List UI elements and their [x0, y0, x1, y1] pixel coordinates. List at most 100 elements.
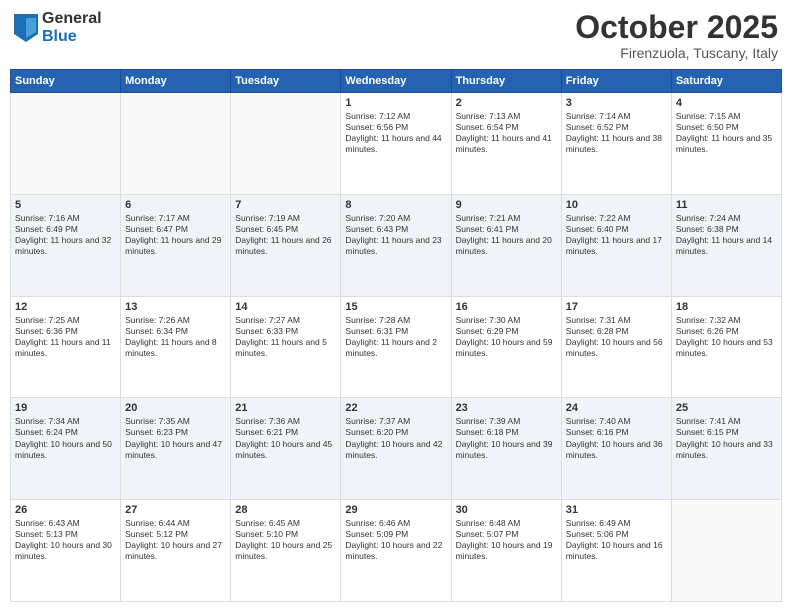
day-number: 31 — [566, 504, 667, 516]
day-info: Sunrise: 7:12 AM Sunset: 6:56 PM Dayligh… — [345, 111, 446, 155]
header: General Blue October 2025 Firenzuola, Tu… — [10, 10, 782, 61]
calendar-cell: 7 Sunrise: 7:19 AM Sunset: 6:45 PM Daylig… — [231, 194, 341, 296]
calendar-week-row: 5Sunrise: 7:16 AM Sunset: 6:49 PM Daylig… — [11, 194, 782, 296]
day-number: 20 — [125, 402, 226, 414]
day-number: 18 — [676, 301, 777, 313]
calendar-cell: 2 Sunrise: 7:13 AM Sunset: 6:54 PM Daylig… — [451, 93, 561, 195]
logo: General Blue — [14, 10, 102, 45]
weekday-header-saturday: Saturday — [671, 70, 781, 93]
page: General Blue October 2025 Firenzuola, Tu… — [0, 0, 792, 612]
title-section: October 2025 Firenzuola, Tuscany, Italy — [575, 10, 778, 61]
calendar-cell — [121, 93, 231, 195]
day-info: Sunrise: 6:48 AM Sunset: 5:07 PM Dayligh… — [456, 518, 557, 562]
day-number: 16 — [456, 301, 557, 313]
day-info: Sunrise: 7:24 AM Sunset: 6:38 PM Dayligh… — [676, 213, 777, 257]
day-info: Sunrise: 7:15 AM Sunset: 6:50 PM Dayligh… — [676, 111, 777, 155]
day-number: 25 — [676, 402, 777, 414]
day-number: 19 — [15, 402, 116, 414]
weekday-header-friday: Friday — [561, 70, 671, 93]
day-number: 12 — [15, 301, 116, 313]
calendar-week-row: 1Sunrise: 7:12 AM Sunset: 6:56 PM Daylig… — [11, 93, 782, 195]
day-number: 24 — [566, 402, 667, 414]
day-number: 22 — [345, 402, 446, 414]
day-info: Sunrise: 6:43 AM Sunset: 5:13 PM Dayligh… — [15, 518, 116, 562]
day-number: 8 — [345, 199, 446, 211]
weekday-header-tuesday: Tuesday — [231, 70, 341, 93]
logo-text: General Blue — [42, 10, 102, 45]
calendar-cell: 18 Sunrise: 7:32 AM Sunset: 6:26 PM Dayli… — [671, 296, 781, 398]
day-number: 17 — [566, 301, 667, 313]
logo-icon — [14, 14, 38, 42]
day-info: Sunrise: 7:16 AM Sunset: 6:49 PM Dayligh… — [15, 213, 116, 257]
day-number: 7 — [235, 199, 336, 211]
calendar-cell: 25Sunrise: 7:41 AM Sunset: 6:15 PM Dayli… — [671, 398, 781, 500]
day-info: Sunrise: 7:25 AM Sunset: 6:36 PM Dayligh… — [15, 315, 116, 359]
calendar-cell: 13Sunrise: 7:26 AM Sunset: 6:34 PM Dayli… — [121, 296, 231, 398]
calendar-cell: 17 Sunrise: 7:31 AM Sunset: 6:28 PM Dayli… — [561, 296, 671, 398]
day-number: 13 — [125, 301, 226, 313]
day-info: Sunrise: 7:14 AM Sunset: 6:52 PM Dayligh… — [566, 111, 667, 155]
calendar-cell: 20Sunrise: 7:35 AM Sunset: 6:23 PM Dayli… — [121, 398, 231, 500]
calendar-cell: 15 Sunrise: 7:28 AM Sunset: 6:31 PM Dayli… — [341, 296, 451, 398]
calendar-table: SundayMondayTuesdayWednesdayThursdayFrid… — [10, 69, 782, 602]
calendar-cell: 11Sunrise: 7:24 AM Sunset: 6:38 PM Dayli… — [671, 194, 781, 296]
calendar-cell: 9 Sunrise: 7:21 AM Sunset: 6:41 PM Daylig… — [451, 194, 561, 296]
month-title: October 2025 — [575, 10, 778, 45]
calendar-week-row: 26 Sunrise: 6:43 AM Sunset: 5:13 PM Dayli… — [11, 500, 782, 602]
weekday-header-wednesday: Wednesday — [341, 70, 451, 93]
day-info: Sunrise: 7:28 AM Sunset: 6:31 PM Dayligh… — [345, 315, 446, 359]
calendar-cell — [11, 93, 121, 195]
day-number: 29 — [345, 504, 446, 516]
day-info: Sunrise: 6:49 AM Sunset: 5:06 PM Dayligh… — [566, 518, 667, 562]
day-info: Sunrise: 6:44 AM Sunset: 5:12 PM Dayligh… — [125, 518, 226, 562]
calendar-cell: 14Sunrise: 7:27 AM Sunset: 6:33 PM Dayli… — [231, 296, 341, 398]
calendar-cell — [231, 93, 341, 195]
calendar-week-row: 12 Sunrise: 7:25 AM Sunset: 6:36 PM Dayli… — [11, 296, 782, 398]
day-info: Sunrise: 7:17 AM Sunset: 6:47 PM Dayligh… — [125, 213, 226, 257]
day-info: Sunrise: 7:36 AM Sunset: 6:21 PM Dayligh… — [235, 416, 336, 460]
day-number: 9 — [456, 199, 557, 211]
day-number: 2 — [456, 97, 557, 109]
weekday-header-monday: Monday — [121, 70, 231, 93]
day-number: 15 — [345, 301, 446, 313]
calendar-cell: 29 Sunrise: 6:46 AM Sunset: 5:09 PM Dayli… — [341, 500, 451, 602]
weekday-header-sunday: Sunday — [11, 70, 121, 93]
calendar-cell: 21Sunrise: 7:36 AM Sunset: 6:21 PM Dayli… — [231, 398, 341, 500]
calendar-week-row: 19 Sunrise: 7:34 AM Sunset: 6:24 PM Dayli… — [11, 398, 782, 500]
day-info: Sunrise: 7:40 AM Sunset: 6:16 PM Dayligh… — [566, 416, 667, 460]
day-info: Sunrise: 7:30 AM Sunset: 6:29 PM Dayligh… — [456, 315, 557, 359]
day-info: Sunrise: 7:32 AM Sunset: 6:26 PM Dayligh… — [676, 315, 777, 359]
day-number: 6 — [125, 199, 226, 211]
calendar-cell: 27 Sunrise: 6:44 AM Sunset: 5:12 PM Dayli… — [121, 500, 231, 602]
day-number: 27 — [125, 504, 226, 516]
calendar-cell: 16 Sunrise: 7:30 AM Sunset: 6:29 PM Dayli… — [451, 296, 561, 398]
day-number: 10 — [566, 199, 667, 211]
location: Firenzuola, Tuscany, Italy — [575, 45, 778, 61]
calendar-cell: 1Sunrise: 7:12 AM Sunset: 6:56 PM Daylig… — [341, 93, 451, 195]
calendar-cell: 5Sunrise: 7:16 AM Sunset: 6:49 PM Daylig… — [11, 194, 121, 296]
calendar-cell: 23Sunrise: 7:39 AM Sunset: 6:18 PM Dayli… — [451, 398, 561, 500]
day-info: Sunrise: 7:27 AM Sunset: 6:33 PM Dayligh… — [235, 315, 336, 359]
day-info: Sunrise: 7:19 AM Sunset: 6:45 PM Dayligh… — [235, 213, 336, 257]
logo-general-text: General — [42, 10, 102, 28]
day-info: Sunrise: 7:21 AM Sunset: 6:41 PM Dayligh… — [456, 213, 557, 257]
weekday-header-row: SundayMondayTuesdayWednesdayThursdayFrid… — [11, 70, 782, 93]
calendar-cell: 22Sunrise: 7:37 AM Sunset: 6:20 PM Dayli… — [341, 398, 451, 500]
day-info: Sunrise: 7:31 AM Sunset: 6:28 PM Dayligh… — [566, 315, 667, 359]
calendar-cell: 4 Sunrise: 7:15 AM Sunset: 6:50 PM Daylig… — [671, 93, 781, 195]
calendar-cell: 19 Sunrise: 7:34 AM Sunset: 6:24 PM Dayli… — [11, 398, 121, 500]
day-info: Sunrise: 7:22 AM Sunset: 6:40 PM Dayligh… — [566, 213, 667, 257]
calendar-cell: 8Sunrise: 7:20 AM Sunset: 6:43 PM Daylig… — [341, 194, 451, 296]
day-number: 26 — [15, 504, 116, 516]
day-number: 30 — [456, 504, 557, 516]
day-number: 4 — [676, 97, 777, 109]
day-number: 23 — [456, 402, 557, 414]
calendar-cell: 31 Sunrise: 6:49 AM Sunset: 5:06 PM Dayli… — [561, 500, 671, 602]
day-info: Sunrise: 7:13 AM Sunset: 6:54 PM Dayligh… — [456, 111, 557, 155]
day-number: 28 — [235, 504, 336, 516]
calendar-cell — [671, 500, 781, 602]
day-info: Sunrise: 7:34 AM Sunset: 6:24 PM Dayligh… — [15, 416, 116, 460]
day-info: Sunrise: 6:46 AM Sunset: 5:09 PM Dayligh… — [345, 518, 446, 562]
day-number: 3 — [566, 97, 667, 109]
calendar-cell: 30 Sunrise: 6:48 AM Sunset: 5:07 PM Dayli… — [451, 500, 561, 602]
